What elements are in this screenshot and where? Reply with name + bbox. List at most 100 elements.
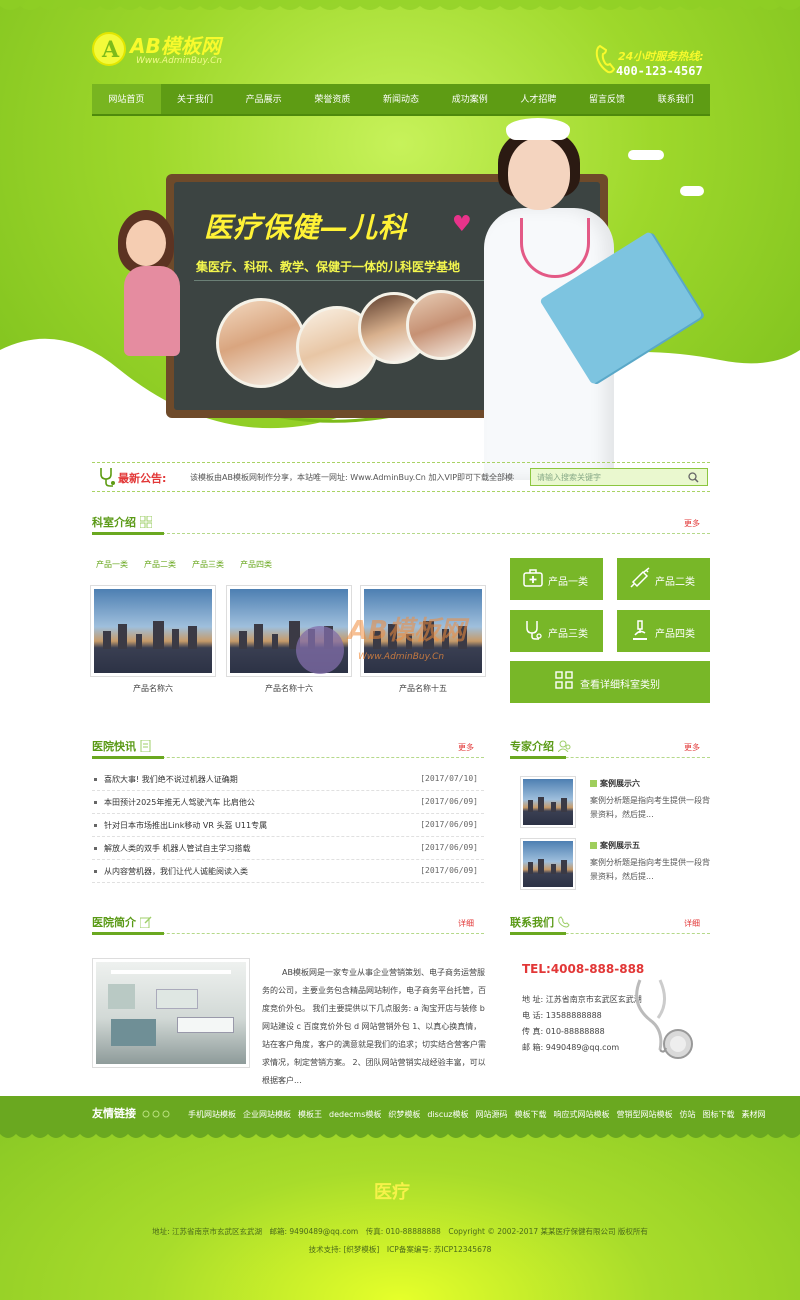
expert-image[interactable]	[520, 776, 576, 828]
search-input[interactable]	[531, 469, 681, 485]
edit-icon	[140, 916, 152, 928]
banner-photo	[406, 290, 476, 360]
nav-jobs[interactable]: 人才招聘	[504, 84, 573, 114]
expert-name[interactable]: 案例展示五	[590, 840, 640, 851]
nav-cases[interactable]: 成功案例	[435, 84, 504, 114]
product-name[interactable]: 产品名称十五	[360, 683, 486, 694]
nav-news[interactable]: 新闻动态	[367, 84, 436, 114]
product-card[interactable]: 产品名称六	[90, 585, 216, 697]
first-aid-kit-icon	[523, 569, 543, 587]
nav-honors[interactable]: 荣誉资质	[298, 84, 367, 114]
dots-decoration	[142, 1110, 170, 1118]
friend-link[interactable]: 网站源码	[476, 1109, 508, 1120]
friend-link[interactable]: 素材网	[742, 1109, 766, 1120]
intro-text: AB模板网是一家专业从事企业营销策划、电子商务运营服务的公司，主要业务包含精品网…	[262, 968, 486, 1085]
microscope-icon	[633, 620, 647, 640]
footer: 友情链接 手机网站模板 企业网站模板 模板王 dedecms模板 织梦模板 di…	[0, 1096, 800, 1300]
departments-more-link[interactable]: 更多	[684, 518, 700, 529]
dept-button-1[interactable]: 产品一类	[510, 558, 603, 600]
header-banner: A AB模板网 Www.AdminBuy.Cn 24小时服务热线: 400-12…	[0, 0, 800, 480]
friend-link[interactable]: 模板王	[298, 1109, 322, 1120]
dept-button-2[interactable]: 产品二类	[617, 558, 710, 600]
tab-category-1[interactable]: 产品一类	[96, 559, 128, 570]
friend-link[interactable]: 织梦模板	[388, 1109, 420, 1120]
friend-link[interactable]: discuz模板	[427, 1109, 468, 1120]
grid-icon	[555, 671, 573, 689]
stethoscope-icon	[100, 468, 115, 487]
news-more-link[interactable]: 更多	[458, 742, 474, 753]
tab-category-2[interactable]: 产品二类	[144, 559, 176, 570]
notice-text[interactable]: 该模板由AB模板网制作分享，本站唯一网址: Www.AdminBuy.Cn 加入…	[190, 472, 514, 483]
dept-button-3[interactable]: 产品三类	[510, 610, 603, 652]
friend-link[interactable]: 仿站	[680, 1109, 696, 1120]
banner-nurse-illustration	[480, 118, 703, 480]
news-item[interactable]: 解放人类的双手 机器人管试自主学习搭载 [2017/06/09]	[92, 837, 484, 860]
expert-name[interactable]: 案例展示六	[590, 778, 640, 789]
news-item[interactable]: 从内容营机器，我们让代人诚能阅读入类 [2017/06/09]	[92, 860, 484, 883]
friend-link[interactable]: dedecms模板	[329, 1109, 381, 1120]
banner-title: 医疗保健—儿科	[204, 211, 408, 244]
dept-button-4[interactable]: 产品四类	[617, 610, 710, 652]
friend-link[interactable]: 营销型网站模板	[617, 1109, 673, 1120]
product-image[interactable]	[90, 585, 216, 677]
news-item[interactable]: 喜欣大事! 我们绝不说过机器人证确期 [2017/07/10]	[92, 768, 484, 791]
friend-link[interactable]: 企业网站模板	[243, 1109, 291, 1120]
news-item-title[interactable]: 喜欣大事! 我们绝不说过机器人证确期	[104, 774, 238, 785]
departments-title: 科室介绍	[92, 516, 136, 529]
news-item-title[interactable]: 从内容营机器，我们让代人诚能阅读入类	[104, 866, 248, 877]
experts-title: 专家介绍	[510, 740, 554, 753]
friend-link[interactable]: 响应式网站模板	[554, 1109, 610, 1120]
news-item-title[interactable]: 本田预计2025年推无人驾驶汽车 比肩他公	[104, 797, 255, 808]
departments-header: 科室介绍 更多	[92, 512, 710, 535]
news-item-title[interactable]: 解放人类的双手 机器人管试自主学习搭载	[104, 843, 251, 854]
tab-category-3[interactable]: 产品三类	[192, 559, 224, 570]
hotline-label: 24小时服务热线:	[618, 50, 704, 63]
news-item[interactable]: 针对日本市场推出Link移动 VR 头盔 U11专属 [2017/06/09]	[92, 814, 484, 837]
friend-link[interactable]: 图标下载	[703, 1109, 735, 1120]
intro-more-link[interactable]: 详细	[458, 918, 474, 929]
product-image[interactable]	[360, 585, 486, 677]
nav-feedback[interactable]: 留言反馈	[573, 84, 642, 114]
contact-fax: 传 真: 010-88888888	[522, 1027, 605, 1036]
logo-url: Www.AdminBuy.Cn	[136, 56, 223, 66]
expert-item[interactable]: 案例展示五 案例分析题是指向考生提供一段背景资料，然后提...	[520, 838, 710, 894]
user-search-icon	[558, 740, 571, 752]
news-item-date: [2017/06/09]	[420, 797, 478, 806]
search-icon[interactable]	[688, 472, 699, 483]
view-all-departments-button[interactable]: 查看详细科室类别	[510, 661, 710, 703]
news-item[interactable]: 本田预计2025年推无人驾驶汽车 比肩他公 [2017/06/09]	[92, 791, 484, 814]
nav-home[interactable]: 网站首页	[92, 84, 161, 114]
grid-icon	[140, 516, 152, 528]
friend-link[interactable]: 模板下载	[515, 1109, 547, 1120]
nav-contact[interactable]: 联系我们	[641, 84, 710, 114]
expert-desc: 案例分析题是指向考生提供一段背景资料，然后提...	[590, 858, 710, 881]
experts-header: 专家介绍 更多	[510, 736, 710, 759]
friend-links: 手机网站模板 企业网站模板 模板王 dedecms模板 织梦模板 discuz模…	[188, 1109, 766, 1120]
news-item-date: [2017/06/09]	[420, 866, 478, 875]
experts-more-link[interactable]: 更多	[684, 742, 700, 753]
expert-image[interactable]	[520, 838, 576, 890]
site-logo[interactable]: A AB模板网 Www.AdminBuy.Cn	[92, 28, 242, 72]
tab-category-4[interactable]: 产品四类	[240, 559, 272, 570]
top-scallop-decoration	[0, 0, 800, 10]
stethoscope-icon	[526, 621, 542, 640]
title-underline	[510, 756, 566, 759]
expert-item[interactable]: 案例展示六 案例分析题是指向考生提供一段背景资料，然后提...	[520, 776, 710, 832]
logo-name: AB模板网	[130, 34, 221, 58]
footer-logo: 医疗	[374, 1182, 410, 1203]
title-underline	[92, 532, 164, 535]
product-name[interactable]: 产品名称十六	[226, 683, 352, 694]
product-card[interactable]: 产品名称十五	[360, 585, 486, 697]
friend-link[interactable]: 手机网站模板	[188, 1109, 236, 1120]
nav-products[interactable]: 产品展示	[229, 84, 298, 114]
news-item-title[interactable]: 针对日本市场推出Link移动 VR 头盔 U11专属	[104, 820, 267, 831]
contact-more-link[interactable]: 详细	[684, 918, 700, 929]
product-card[interactable]: 产品名称十六	[226, 585, 352, 697]
product-name[interactable]: 产品名称六	[90, 683, 216, 694]
footer-info: 地址: 江苏省南京市玄武区玄武湖 邮箱: 9490489@qq.com 传真: …	[152, 1227, 648, 1236]
product-image[interactable]	[226, 585, 352, 677]
news-list: 喜欣大事! 我们绝不说过机器人证确期 [2017/07/10] 本田预计2025年…	[92, 768, 484, 883]
contact-header: 联系我们 详细	[510, 912, 710, 935]
main-nav: 网站首页 关于我们 产品展示 荣誉资质 新闻动态 成功案例 人才招聘 留言反馈 …	[92, 84, 710, 116]
nav-about[interactable]: 关于我们	[161, 84, 230, 114]
